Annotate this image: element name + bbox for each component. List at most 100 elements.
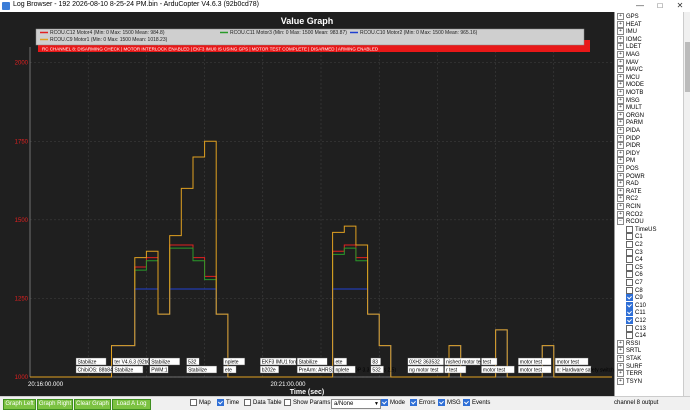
- expand-icon[interactable]: +: [617, 127, 624, 134]
- expand-icon[interactable]: +: [617, 35, 624, 43]
- expand-icon[interactable]: +: [617, 157, 624, 165]
- maximize-icon[interactable]: □: [650, 0, 670, 12]
- data-table-checkbox[interactable]: Data Table: [244, 399, 282, 408]
- expand-icon[interactable]: +: [617, 149, 624, 157]
- tree-item-label: C12: [635, 318, 647, 325]
- event-label: Stabilize: [188, 367, 207, 373]
- checkbox-icon[interactable]: [626, 263, 633, 271]
- scroll-thumb[interactable]: [685, 42, 690, 92]
- expand-icon[interactable]: +: [617, 172, 624, 180]
- status-text: channel 8 output: [614, 400, 659, 406]
- tree-item-label: C13: [635, 325, 647, 332]
- close-icon[interactable]: ✕: [670, 0, 690, 12]
- msg-checkbox[interactable]: MSG: [438, 399, 461, 408]
- event-label: motor test: [520, 359, 543, 365]
- load-log-button[interactable]: Load A Log: [112, 399, 151, 410]
- expand-icon[interactable]: +: [617, 377, 624, 385]
- expand-icon[interactable]: +: [617, 73, 624, 81]
- expand-icon[interactable]: +: [617, 111, 624, 119]
- tree-item-label: RCIN: [626, 204, 641, 211]
- tree-scrollbar[interactable]: [683, 12, 690, 396]
- field-tree[interactable]: + GPS + HEAT + IMU + IOMC + LDET + MAG + MAV + MAVC + MCU…: [614, 12, 690, 396]
- expand-icon[interactable]: +: [617, 355, 624, 362]
- x-axis-label: Time (sec): [290, 389, 325, 396]
- checkbox-icon[interactable]: [626, 301, 633, 309]
- expand-icon[interactable]: +: [617, 43, 624, 51]
- data-table-check-icon[interactable]: [244, 399, 251, 406]
- minimize-icon[interactable]: —: [630, 0, 650, 12]
- checkbox-icon[interactable]: [626, 256, 633, 264]
- checkbox-icon[interactable]: [626, 248, 633, 256]
- event-label: Stabilize: [299, 359, 318, 365]
- checkbox-icon[interactable]: [626, 241, 633, 248]
- checkbox-icon[interactable]: [626, 271, 633, 279]
- checkbox-icon[interactable]: [626, 332, 633, 340]
- tree-item-tsyn[interactable]: + TSYN: [617, 377, 642, 386]
- events-check-icon[interactable]: [463, 399, 470, 406]
- expand-icon[interactable]: +: [617, 119, 624, 127]
- msg-check-icon[interactable]: [438, 399, 445, 406]
- checkbox-icon[interactable]: [626, 324, 633, 332]
- expand-icon[interactable]: +: [617, 142, 624, 150]
- expand-icon[interactable]: +: [617, 180, 624, 188]
- graph-right-button[interactable]: Graph Right: [37, 399, 73, 410]
- expand-icon[interactable]: +: [617, 81, 624, 89]
- expand-icon[interactable]: +: [617, 66, 624, 74]
- expand-icon[interactable]: +: [617, 203, 624, 210]
- expand-icon[interactable]: +: [617, 362, 624, 370]
- mode-label: Mode: [390, 400, 406, 407]
- show-params-checkbox[interactable]: Show Params: [284, 399, 330, 408]
- errors-checkbox[interactable]: Errors: [410, 399, 435, 408]
- tree-item-label: C5: [635, 264, 643, 271]
- show-params-check-icon[interactable]: [284, 399, 291, 406]
- mode-check-icon[interactable]: [381, 399, 388, 406]
- errors-label: Errors: [419, 400, 436, 407]
- errors-check-icon[interactable]: [410, 399, 417, 406]
- clear-graph-button[interactable]: Clear Graph: [74, 399, 111, 410]
- expand-icon[interactable]: +: [617, 89, 624, 96]
- expand-icon[interactable]: +: [617, 104, 624, 112]
- expand-icon[interactable]: +: [617, 134, 624, 142]
- expand-icon[interactable]: +: [617, 370, 624, 378]
- expand-icon[interactable]: +: [617, 339, 624, 347]
- expand-icon[interactable]: +: [617, 20, 624, 28]
- checkbox-icon[interactable]: [626, 294, 633, 302]
- tree-item-label: TERR: [626, 371, 643, 378]
- tree-item-label: IMU: [626, 29, 637, 36]
- checkbox-icon[interactable]: [626, 309, 633, 317]
- expand-icon[interactable]: +: [617, 28, 624, 36]
- tree-item-label: MAV: [626, 59, 639, 66]
- graph-canvas[interactable]: Value Graph 1000 1250 1500 1750 2000 20:16:00.…: [0, 12, 614, 396]
- series-dropdown[interactable]: a/None ▼: [331, 399, 381, 409]
- expand-icon[interactable]: +: [617, 210, 624, 218]
- map-check-icon[interactable]: [190, 399, 197, 406]
- checkbox-icon[interactable]: [626, 279, 633, 286]
- expand-icon[interactable]: +: [617, 187, 624, 195]
- expand-icon[interactable]: +: [617, 347, 624, 355]
- expand-icon[interactable]: +: [617, 195, 624, 203]
- expand-icon[interactable]: +: [617, 165, 624, 172]
- checkbox-icon[interactable]: [626, 233, 633, 241]
- y-tick-label: 1750: [15, 139, 29, 145]
- expand-icon[interactable]: +: [617, 13, 624, 20]
- message-banner-text: RC CHANNEL 8: DISARMING CHECK | MOTOR IN…: [42, 47, 379, 52]
- events-checkbox[interactable]: Events: [463, 399, 490, 408]
- checkbox-icon[interactable]: [626, 317, 633, 324]
- msg-label: MSG: [447, 400, 461, 407]
- tree-item-label: RCOU: [626, 219, 644, 226]
- graph-left-button[interactable]: Graph Left: [3, 399, 36, 410]
- collapse-icon[interactable]: −: [617, 218, 624, 226]
- expand-icon[interactable]: +: [617, 51, 624, 58]
- tree-item-label: C11: [635, 310, 646, 317]
- tree-item-label: C7: [635, 280, 643, 287]
- mode-checkbox[interactable]: Mode: [381, 399, 405, 408]
- value-graph[interactable]: Value Graph 1000 1250 1500 1750 2000 20:16:00.…: [0, 12, 614, 396]
- checkbox-icon[interactable]: [626, 225, 633, 233]
- time-check-icon[interactable]: [217, 399, 224, 406]
- checkbox-icon[interactable]: [626, 286, 633, 294]
- tree-item-label: PIDR: [626, 143, 641, 150]
- expand-icon[interactable]: +: [617, 58, 624, 66]
- expand-icon[interactable]: +: [617, 96, 624, 104]
- time-checkbox[interactable]: Time: [217, 399, 239, 408]
- map-checkbox[interactable]: Map: [190, 399, 211, 408]
